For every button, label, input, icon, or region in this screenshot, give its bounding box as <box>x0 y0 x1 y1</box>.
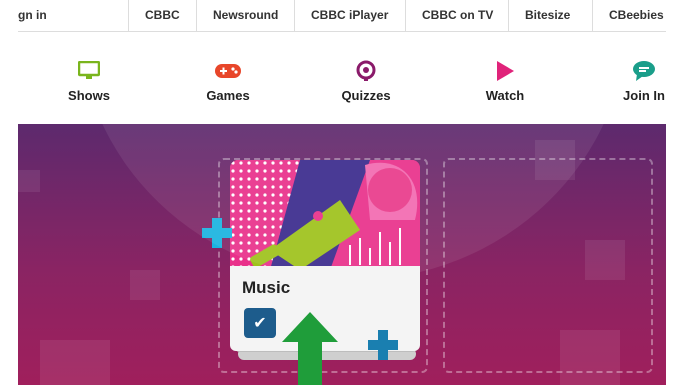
top-nav: gn in CBBC Newsround CBBC iPlayer CBBC o… <box>0 0 684 32</box>
nav-games[interactable]: Games <box>178 58 278 103</box>
divider <box>592 0 593 32</box>
topnav-cbeebies[interactable]: CBeebies <box>609 8 664 22</box>
nav-shows[interactable]: Shows <box>39 58 139 103</box>
nav-label: Games <box>206 88 250 103</box>
bg-cross <box>40 340 110 385</box>
music-card-art <box>230 160 420 270</box>
topnav-newsround[interactable]: Newsround <box>213 8 278 22</box>
divider <box>196 0 197 32</box>
divider <box>508 0 509 32</box>
nav-quizzes[interactable]: Quizzes <box>316 58 416 103</box>
topnav-bitesize[interactable]: Bitesize <box>525 8 570 22</box>
divider <box>294 0 295 32</box>
divider <box>405 0 406 32</box>
play-icon <box>495 58 515 84</box>
checkmark-icon[interactable]: ✔ <box>244 308 276 338</box>
bg-cross <box>18 170 40 192</box>
nav-label: Quizzes <box>341 88 391 103</box>
tv-icon <box>78 58 100 84</box>
bg-cross <box>130 270 160 300</box>
nav-watch[interactable]: Watch <box>455 58 555 103</box>
nav-label: Watch <box>485 88 525 103</box>
topnav-cbbc-on-tv[interactable]: CBBC on TV <box>422 8 493 22</box>
topnav-cbbc[interactable]: CBBC <box>145 8 180 22</box>
chat-icon <box>632 58 656 84</box>
page-edge <box>666 0 684 385</box>
nav-label: Join In <box>623 88 665 103</box>
category-nav: Shows Games Quizzes Watch Join In <box>18 32 666 124</box>
card-title: Music <box>242 278 291 297</box>
card-slot-empty[interactable] <box>443 158 653 373</box>
quiz-icon <box>355 58 377 84</box>
gamepad-icon <box>214 58 242 84</box>
topnav-sign-in[interactable]: gn in <box>18 8 47 22</box>
divider <box>128 0 129 32</box>
page-edge <box>0 0 18 385</box>
arrow-icon <box>282 312 338 385</box>
sparkle-cross-icon <box>202 218 232 248</box>
sparkle-cross-icon <box>368 330 398 360</box>
topnav-cbbc-iplayer[interactable]: CBBC iPlayer <box>311 8 388 22</box>
nav-label: Shows <box>68 88 110 103</box>
